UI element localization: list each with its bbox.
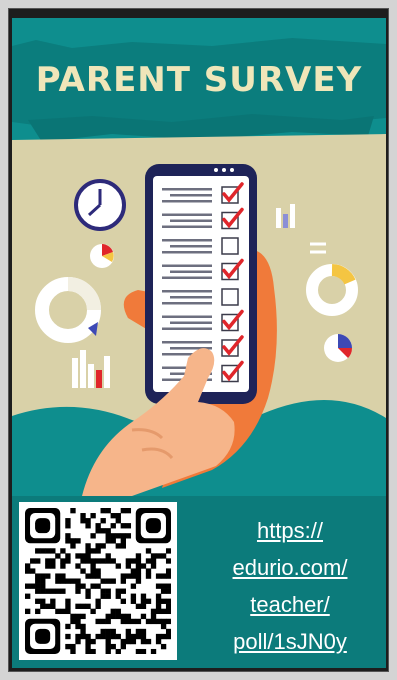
pie-chart-icon	[90, 244, 114, 268]
checkbox-empty	[221, 288, 239, 306]
pie-chart-right-icon	[324, 334, 353, 362]
footer-panel: https:// edurio.com/ teacher/ poll/1sJN0…	[12, 496, 386, 668]
clock-icon	[74, 179, 126, 231]
survey-poster: PARENT SURVEY	[12, 18, 386, 496]
survey-link-line-1: https://	[256, 518, 324, 543]
qr-code-graphic	[25, 508, 171, 654]
survey-link-line-2: edurio.com/	[232, 555, 348, 580]
checklist-row	[162, 288, 239, 306]
checkbox-empty	[221, 237, 239, 255]
survey-link[interactable]: https:// edurio.com/ teacher/ poll/1sJN0…	[210, 512, 370, 660]
qr-code[interactable]	[19, 502, 177, 660]
survey-link-line-3: teacher/	[250, 592, 330, 617]
survey-link-line-4: poll/1sJN0y	[233, 629, 347, 654]
page-title: PARENT SURVEY	[35, 60, 363, 100]
checklist-row	[162, 237, 239, 255]
